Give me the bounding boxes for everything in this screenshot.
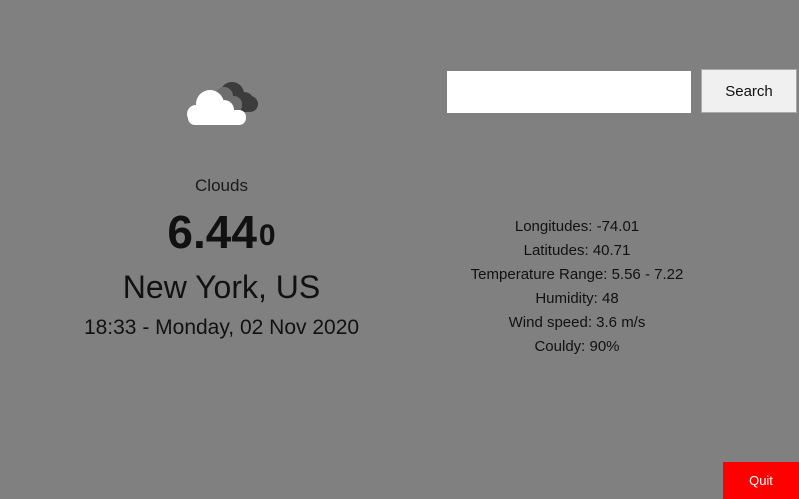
search-button[interactable]: Search bbox=[701, 69, 797, 113]
search-input[interactable] bbox=[447, 71, 691, 113]
weather-condition: Clouds bbox=[195, 176, 248, 195]
temperature-range-label: Temperature Range: 5.56 - 7.22 bbox=[470, 266, 684, 283]
quit-button[interactable]: Quit bbox=[723, 462, 799, 499]
humidity-label: Humidity: 48 bbox=[535, 290, 619, 307]
degree-symbol: 0 bbox=[258, 219, 276, 252]
city-name: New York, US bbox=[122, 269, 321, 305]
wind-speed-label: Wind speed: 3.6 m/s bbox=[508, 314, 646, 331]
cloudiness-label: Couldy: 90% bbox=[534, 338, 620, 355]
longitude-label: Longitudes: -74.01 bbox=[514, 218, 640, 235]
clouds-icon bbox=[187, 82, 258, 125]
temperature-number: 6.44 bbox=[167, 206, 257, 258]
weather-details: Longitudes: -74.01 Latitudes: 40.71 Temp… bbox=[452, 215, 702, 359]
temperature-value: 6.440 bbox=[0, 204, 443, 260]
date-time: 18:33 - Monday, 02 Nov 2020 bbox=[83, 316, 360, 339]
latitude-label: Latitudes: 40.71 bbox=[523, 242, 631, 259]
